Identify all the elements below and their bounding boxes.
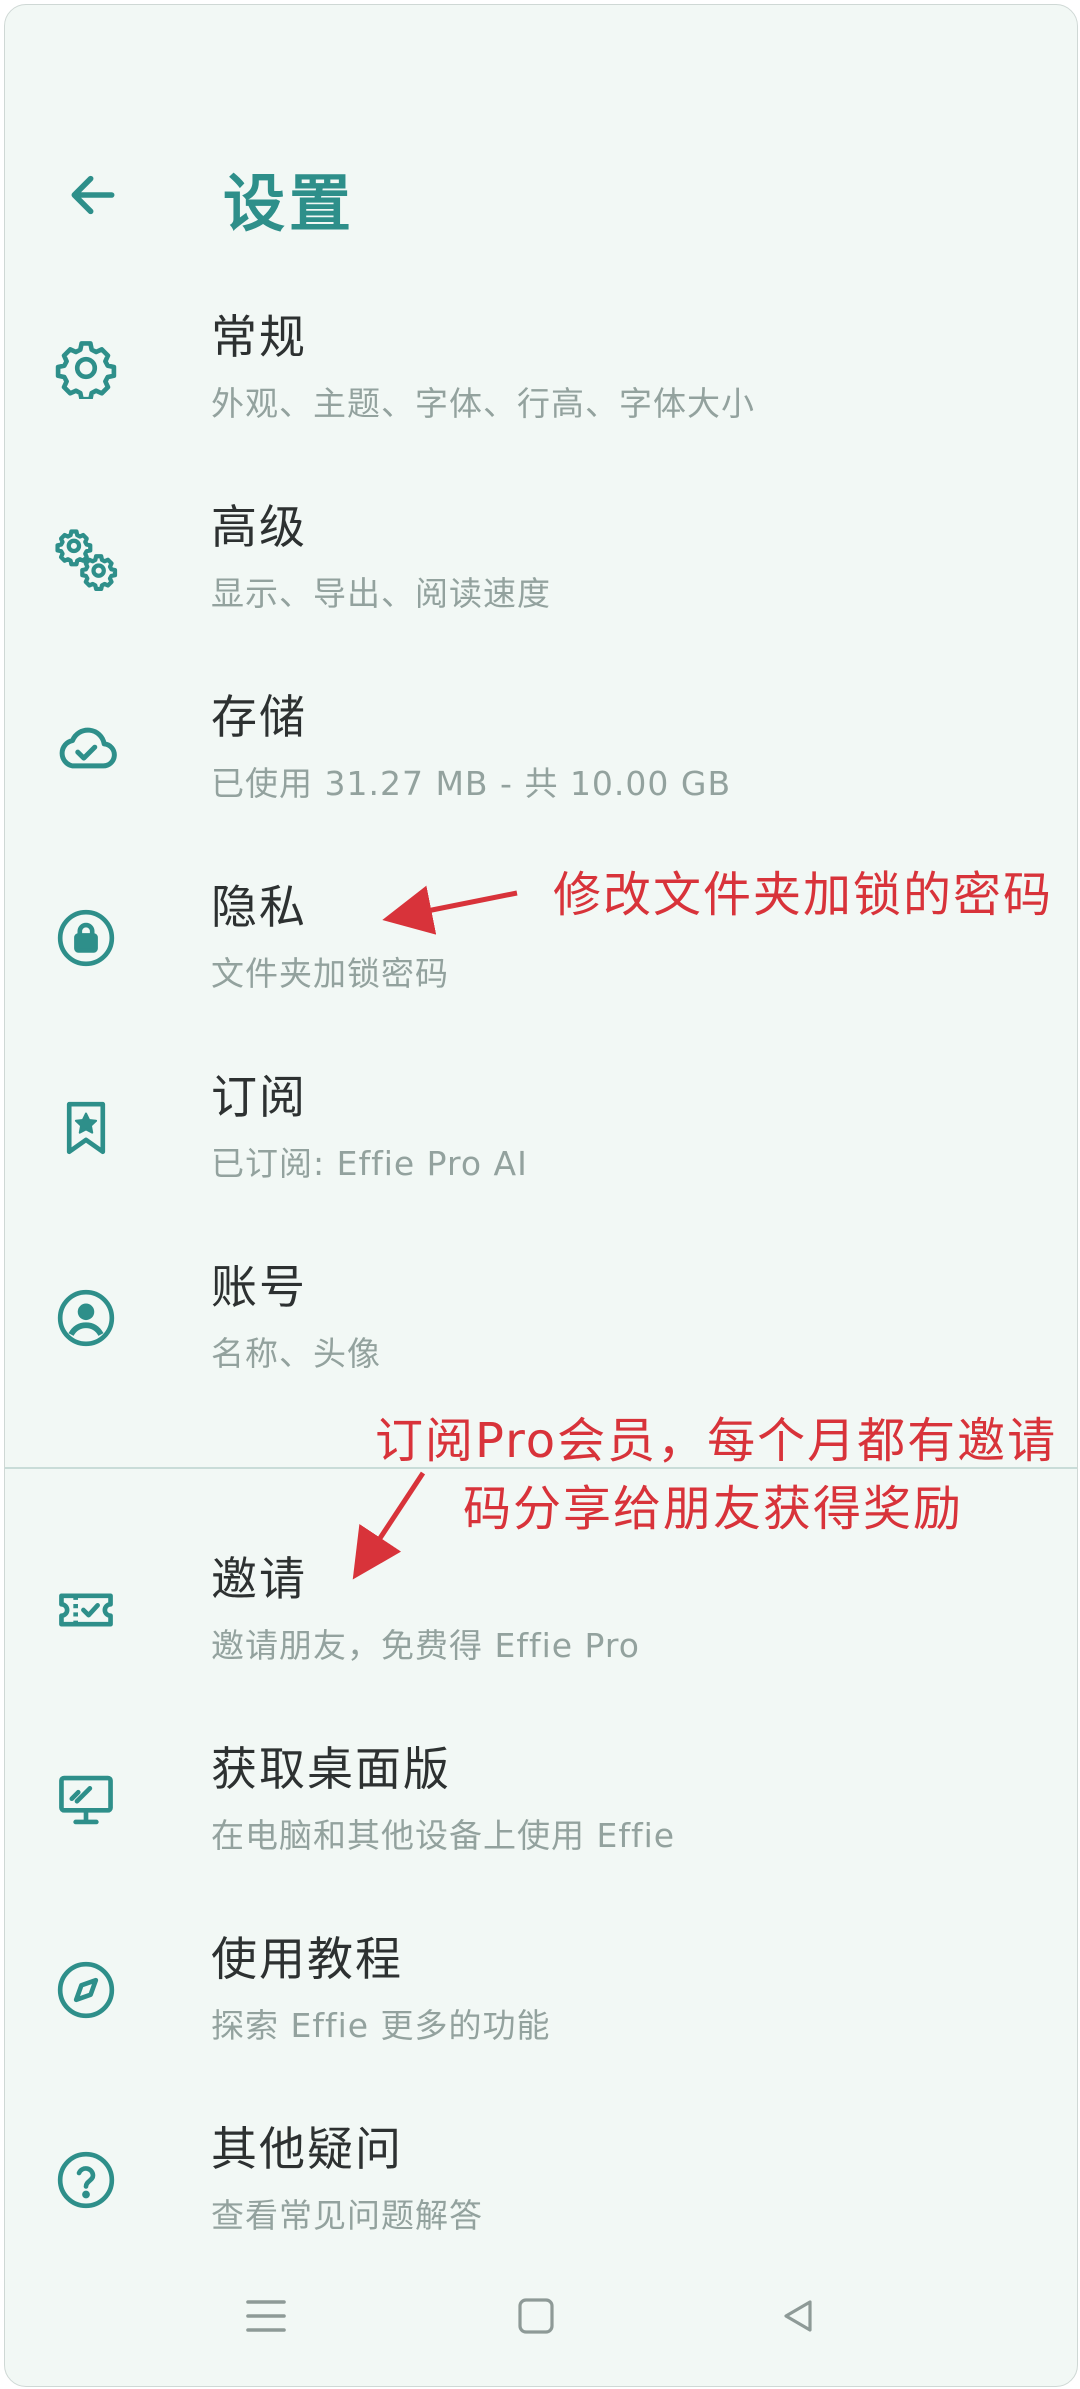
nav-menu-button[interactable] xyxy=(221,2276,311,2356)
page-title: 设置 xyxy=(223,167,356,240)
arrow-left-icon xyxy=(71,175,115,215)
nav-home-button[interactable] xyxy=(491,2276,581,2356)
back-button[interactable] xyxy=(53,155,133,235)
settings-item-label: 其他疑问 xyxy=(211,2122,403,2176)
settings-item-description: 已使用 31.27 MB - 共 10.00 GB xyxy=(211,764,732,803)
settings-item-label: 高级 xyxy=(211,500,307,554)
compass-icon xyxy=(53,1957,119,2023)
settings-item-description: 显示、导出、阅读速度 xyxy=(211,574,551,613)
settings-item-desktop[interactable]: 获取桌面版 在电脑和其他设备上使用 Effie xyxy=(5,1715,1077,1885)
settings-item-description: 在电脑和其他设备上使用 Effie xyxy=(211,1816,676,1855)
settings-item-label: 常规 xyxy=(211,310,307,364)
settings-item-label: 获取桌面版 xyxy=(211,1742,451,1796)
settings-item-description: 文件夹加锁密码 xyxy=(211,954,449,993)
settings-item-storage[interactable]: 存储 已使用 31.27 MB - 共 10.00 GB xyxy=(5,663,1077,833)
settings-item-tutorial[interactable]: 使用教程 探索 Effie 更多的功能 xyxy=(5,1905,1077,2075)
desktop-icon xyxy=(53,1767,119,1833)
settings-item-description: 名称、头像 xyxy=(211,1334,381,1373)
settings-item-label: 隐私 xyxy=(211,880,307,934)
phone-screen: 设置 常规 外观、主题、字体、行高、字体大小 高级 显示、导出、阅读速度 存储 … xyxy=(4,4,1078,2387)
cloud-check-icon xyxy=(53,715,119,781)
gears-icon xyxy=(53,525,119,591)
gear-icon xyxy=(53,335,119,401)
settings-item-label: 存储 xyxy=(211,690,307,744)
settings-item-description: 探索 Effie 更多的功能 xyxy=(211,2006,551,2045)
settings-item-label: 账号 xyxy=(211,1260,307,1314)
settings-item-description: 已订阅: Effie Pro AI xyxy=(211,1144,528,1183)
settings-item-description: 外观、主题、字体、行高、字体大小 xyxy=(211,384,755,423)
annotation-privacy-note: 修改文件夹加锁的密码 xyxy=(553,867,1054,923)
back-triangle-icon xyxy=(784,2300,812,2332)
account-icon xyxy=(53,1285,119,1351)
settings-item-label: 使用教程 xyxy=(211,1932,403,1986)
annotation-invite-note-line1: 订阅Pro会员，每个月都有邀请 xyxy=(375,1413,1058,1469)
home-square-icon xyxy=(518,2298,554,2334)
lock-icon xyxy=(53,905,119,971)
settings-item-subscription[interactable]: 订阅 已订阅: Effie Pro AI xyxy=(5,1043,1077,1213)
annotation-invite-note-line2: 码分享给朋友获得奖励 xyxy=(463,1481,964,1537)
system-nav-bar xyxy=(5,2256,1077,2386)
settings-item-account[interactable]: 账号 名称、头像 xyxy=(5,1233,1077,1403)
bookmark-star-icon xyxy=(53,1095,119,1161)
nav-back-button[interactable] xyxy=(753,2276,843,2356)
ticket-icon xyxy=(53,1577,119,1643)
settings-item-advanced[interactable]: 高级 显示、导出、阅读速度 xyxy=(5,473,1077,643)
settings-item-general[interactable]: 常规 外观、主题、字体、行高、字体大小 xyxy=(5,283,1077,453)
settings-item-label: 订阅 xyxy=(211,1070,307,1124)
settings-item-faq[interactable]: 其他疑问 查看常见问题解答 xyxy=(5,2095,1077,2265)
settings-item-description: 邀请朋友，免费得 Effie Pro xyxy=(211,1626,640,1665)
app-bar: 设置 xyxy=(5,5,1077,305)
settings-item-invite[interactable]: 邀请 邀请朋友，免费得 Effie Pro xyxy=(5,1525,1077,1695)
help-icon xyxy=(53,2147,119,2213)
settings-item-description: 查看常见问题解答 xyxy=(211,2196,483,2235)
menu-icon xyxy=(246,2300,286,2332)
settings-item-label: 邀请 xyxy=(211,1552,307,1606)
